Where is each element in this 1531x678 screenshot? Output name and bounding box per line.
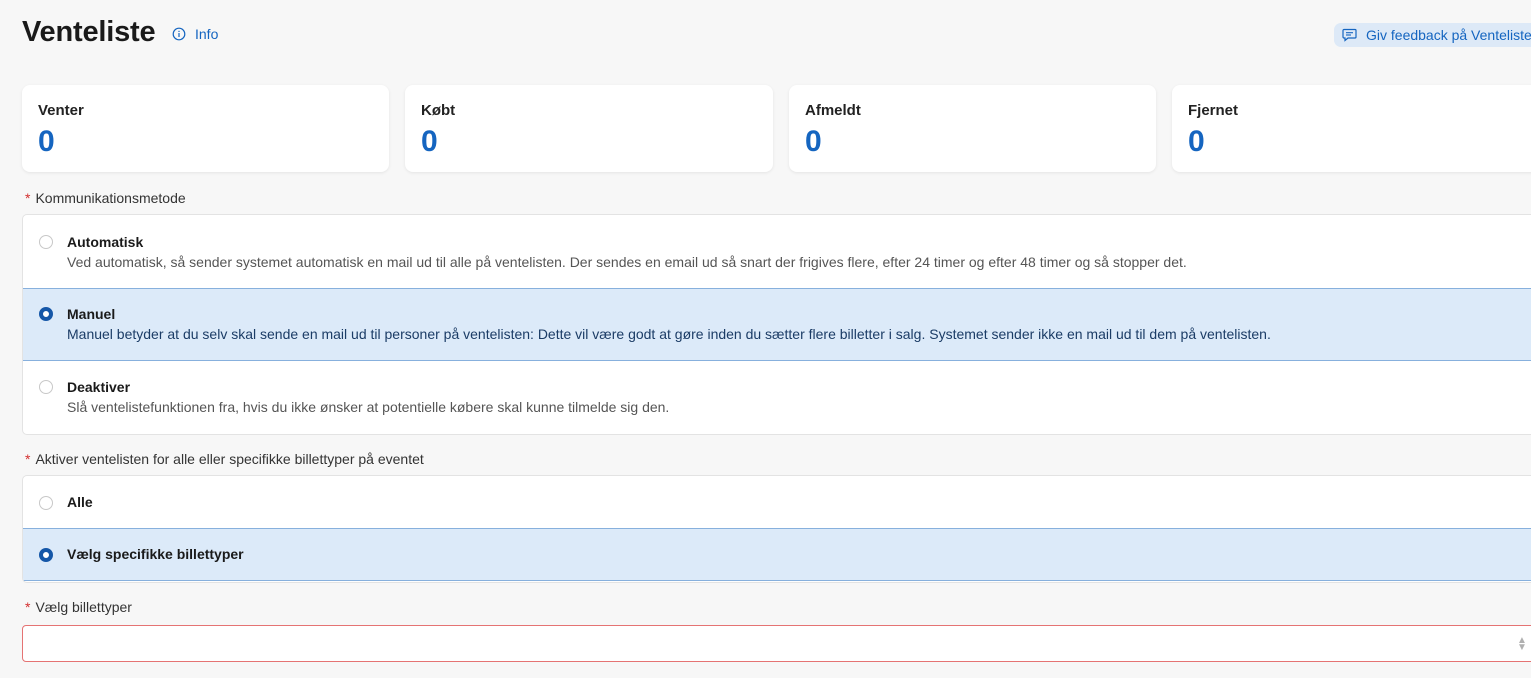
info-label: Info — [195, 26, 219, 42]
radio-button-selected[interactable] — [39, 307, 53, 321]
ticket-scope-label-text: Aktiver ventelisten for alle eller speci… — [35, 451, 424, 467]
chat-bubble-icon — [1342, 28, 1357, 42]
required-asterisk: * — [25, 599, 31, 615]
option-description: Ved automatisk, så sender systemet autom… — [67, 254, 1187, 270]
radio-button[interactable] — [39, 380, 53, 394]
option-description: Manuel betyder at du selv skal sende en … — [67, 326, 1271, 342]
communication-method-label-text: Kommunikationsmetode — [35, 190, 186, 206]
ticket-select-label-text: Vælg billettyper — [35, 599, 132, 615]
option-title: Vælg specifikke billettyper — [67, 546, 244, 562]
radio-option-deaktiver[interactable]: Deaktiver Slå ventelistefunktionen fra, … — [23, 361, 1531, 434]
stat-card-venter: Venter 0 — [22, 85, 389, 172]
option-title: Alle — [67, 494, 93, 510]
option-title: Automatisk — [67, 234, 144, 250]
stat-card-kobt: Købt 0 — [405, 85, 773, 172]
radio-option-alle[interactable]: Alle — [23, 476, 1531, 528]
option-title: Manuel — [67, 306, 116, 322]
stat-label: Fjernet — [1188, 102, 1239, 119]
radio-option-automatisk[interactable]: Automatisk Ved automatisk, så sender sys… — [23, 215, 1531, 288]
feedback-label: Giv feedback på Venteliste — [1366, 27, 1531, 43]
stat-value: 0 — [38, 125, 55, 158]
page-header: Venteliste Info Giv feedback på Ventelis… — [0, 0, 1531, 70]
ticket-select-label: * Vælg billettyper — [25, 599, 132, 615]
ticket-type-select[interactable]: ▲ ▼ — [22, 625, 1531, 662]
stat-label: Afmeldt — [805, 102, 861, 119]
radio-button[interactable] — [39, 496, 53, 510]
ticket-scope-label: * Aktiver ventelisten for alle eller spe… — [25, 451, 424, 467]
stat-card-fjernet: Fjernet 0 — [1172, 85, 1531, 172]
radio-button[interactable] — [39, 235, 53, 249]
radio-option-specifikke[interactable]: Vælg specifikke billettyper — [23, 528, 1531, 581]
communication-method-label: * Kommunikationsmetode — [25, 190, 186, 206]
communication-method-radio-group: Automatisk Ved automatisk, så sender sys… — [22, 214, 1531, 435]
stat-card-afmeldt: Afmeldt 0 — [789, 85, 1156, 172]
info-link[interactable]: Info — [172, 26, 218, 42]
option-title: Deaktiver — [67, 379, 131, 395]
stat-label: Købt — [421, 102, 456, 119]
stat-value: 0 — [805, 125, 822, 158]
required-asterisk: * — [25, 190, 31, 206]
radio-option-manuel[interactable]: Manuel Manuel betyder at du selv skal se… — [23, 288, 1531, 361]
feedback-button[interactable]: Giv feedback på Venteliste — [1334, 23, 1531, 47]
sort-arrows-icon: ▲ ▼ — [1517, 635, 1527, 653]
stat-value: 0 — [1188, 125, 1205, 158]
required-asterisk: * — [25, 451, 31, 467]
stat-value: 0 — [421, 125, 438, 158]
option-description: Slå ventelistefunktionen fra, hvis du ik… — [67, 399, 670, 415]
radio-button-selected[interactable] — [39, 548, 53, 562]
page-title: Venteliste — [22, 16, 156, 48]
info-icon — [172, 27, 186, 41]
stat-label: Venter — [38, 102, 84, 119]
ticket-scope-radio-group: Alle Vælg specifikke billettyper — [22, 475, 1531, 583]
